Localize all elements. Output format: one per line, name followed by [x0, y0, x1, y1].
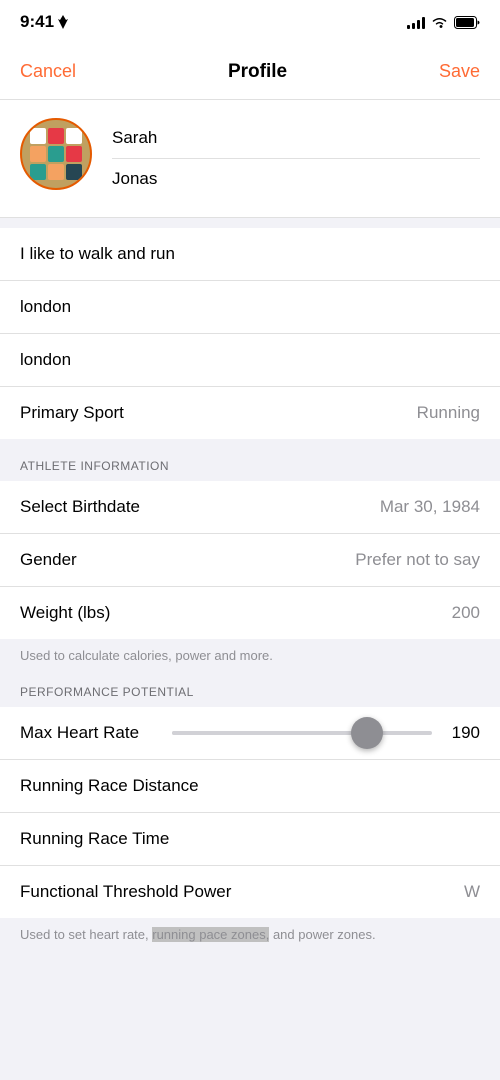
time-label: 9:41	[20, 12, 54, 32]
weight-label: Weight (lbs)	[20, 603, 110, 623]
location-icon	[58, 15, 68, 29]
first-name-field[interactable]: Sarah	[112, 118, 480, 159]
athlete-section: Select Birthdate Mar 30, 1984 Gender Pre…	[0, 481, 500, 639]
performance-section-header: PERFORMANCE POTENTIAL	[0, 675, 500, 707]
profile-header: Sarah Jonas	[0, 100, 500, 218]
functional-threshold-power-label: Functional Threshold Power	[20, 882, 231, 902]
page-title: Profile	[228, 61, 287, 83]
primary-sport-value: Running	[417, 403, 480, 423]
first-name-value: Sarah	[112, 128, 157, 147]
status-bar: 9:41	[0, 0, 500, 44]
running-race-distance-field[interactable]: Running Race Distance	[0, 760, 500, 813]
wifi-icon	[431, 16, 448, 29]
heart-rate-slider-thumb[interactable]	[351, 717, 383, 749]
max-heart-rate-value: 190	[444, 723, 480, 743]
heart-rate-slider-fill	[172, 731, 367, 735]
performance-header-text: PERFORMANCE POTENTIAL	[20, 685, 194, 699]
athlete-section-footer: Used to calculate calories, power and mo…	[0, 639, 500, 675]
running-race-time-field[interactable]: Running Race Time	[0, 813, 500, 866]
name-fields: Sarah Jonas	[112, 118, 480, 199]
nav-bar: Cancel Profile Save	[0, 44, 500, 100]
city-field-1[interactable]: london	[0, 281, 500, 334]
functional-threshold-power-value: W	[464, 882, 480, 902]
save-button[interactable]: Save	[439, 61, 480, 82]
gap-1	[0, 218, 500, 228]
status-icons	[407, 15, 480, 29]
footer-highlight: running pace zones,	[152, 927, 269, 942]
birthdate-label: Select Birthdate	[20, 497, 140, 517]
avatar[interactable]	[20, 118, 92, 190]
weight-value: 200	[452, 603, 480, 623]
bio-section: I like to walk and run london london Pri…	[0, 228, 500, 439]
gender-value: Prefer not to say	[355, 550, 480, 570]
functional-threshold-power-field[interactable]: Functional Threshold Power W	[0, 866, 500, 918]
athlete-section-header: ATHLETE INFORMATION	[0, 449, 500, 481]
last-name-value: Jonas	[112, 169, 157, 188]
footer-part-1: Used to set heart rate,	[20, 927, 152, 942]
cancel-button[interactable]: Cancel	[20, 61, 76, 82]
gender-label: Gender	[20, 550, 77, 570]
weight-field[interactable]: Weight (lbs) 200	[0, 587, 500, 639]
performance-section-footer: Used to set heart rate, running pace zon…	[0, 918, 500, 964]
birthdate-field[interactable]: Select Birthdate Mar 30, 1984	[0, 481, 500, 534]
heart-rate-slider-track	[172, 731, 432, 735]
primary-sport-field[interactable]: Primary Sport Running	[0, 387, 500, 439]
birthdate-value: Mar 30, 1984	[380, 497, 480, 517]
cube-face	[30, 128, 82, 180]
athlete-footer-text: Used to calculate calories, power and mo…	[20, 648, 273, 663]
max-heart-rate-field[interactable]: Max Heart Rate 190	[0, 707, 500, 760]
battery-icon	[454, 16, 480, 29]
city-text-1: london	[20, 297, 71, 317]
bio-text: I like to walk and run	[20, 244, 175, 264]
city-field-2[interactable]: london	[0, 334, 500, 387]
avatar-image	[22, 120, 90, 188]
gap-2	[0, 439, 500, 449]
running-race-distance-label: Running Race Distance	[20, 776, 199, 796]
primary-sport-label: Primary Sport	[20, 403, 124, 423]
signal-icon	[407, 15, 425, 29]
running-race-time-label: Running Race Time	[20, 829, 169, 849]
last-name-field[interactable]: Jonas	[112, 159, 480, 199]
status-time: 9:41	[20, 12, 68, 32]
city-text-2: london	[20, 350, 71, 370]
footer-part-2: and power zones.	[269, 927, 375, 942]
bio-field[interactable]: I like to walk and run	[0, 228, 500, 281]
gender-field[interactable]: Gender Prefer not to say	[0, 534, 500, 587]
performance-section: Max Heart Rate 190 Running Race Distance…	[0, 707, 500, 918]
max-heart-rate-label: Max Heart Rate	[20, 723, 160, 743]
athlete-header-text: ATHLETE INFORMATION	[20, 459, 169, 473]
